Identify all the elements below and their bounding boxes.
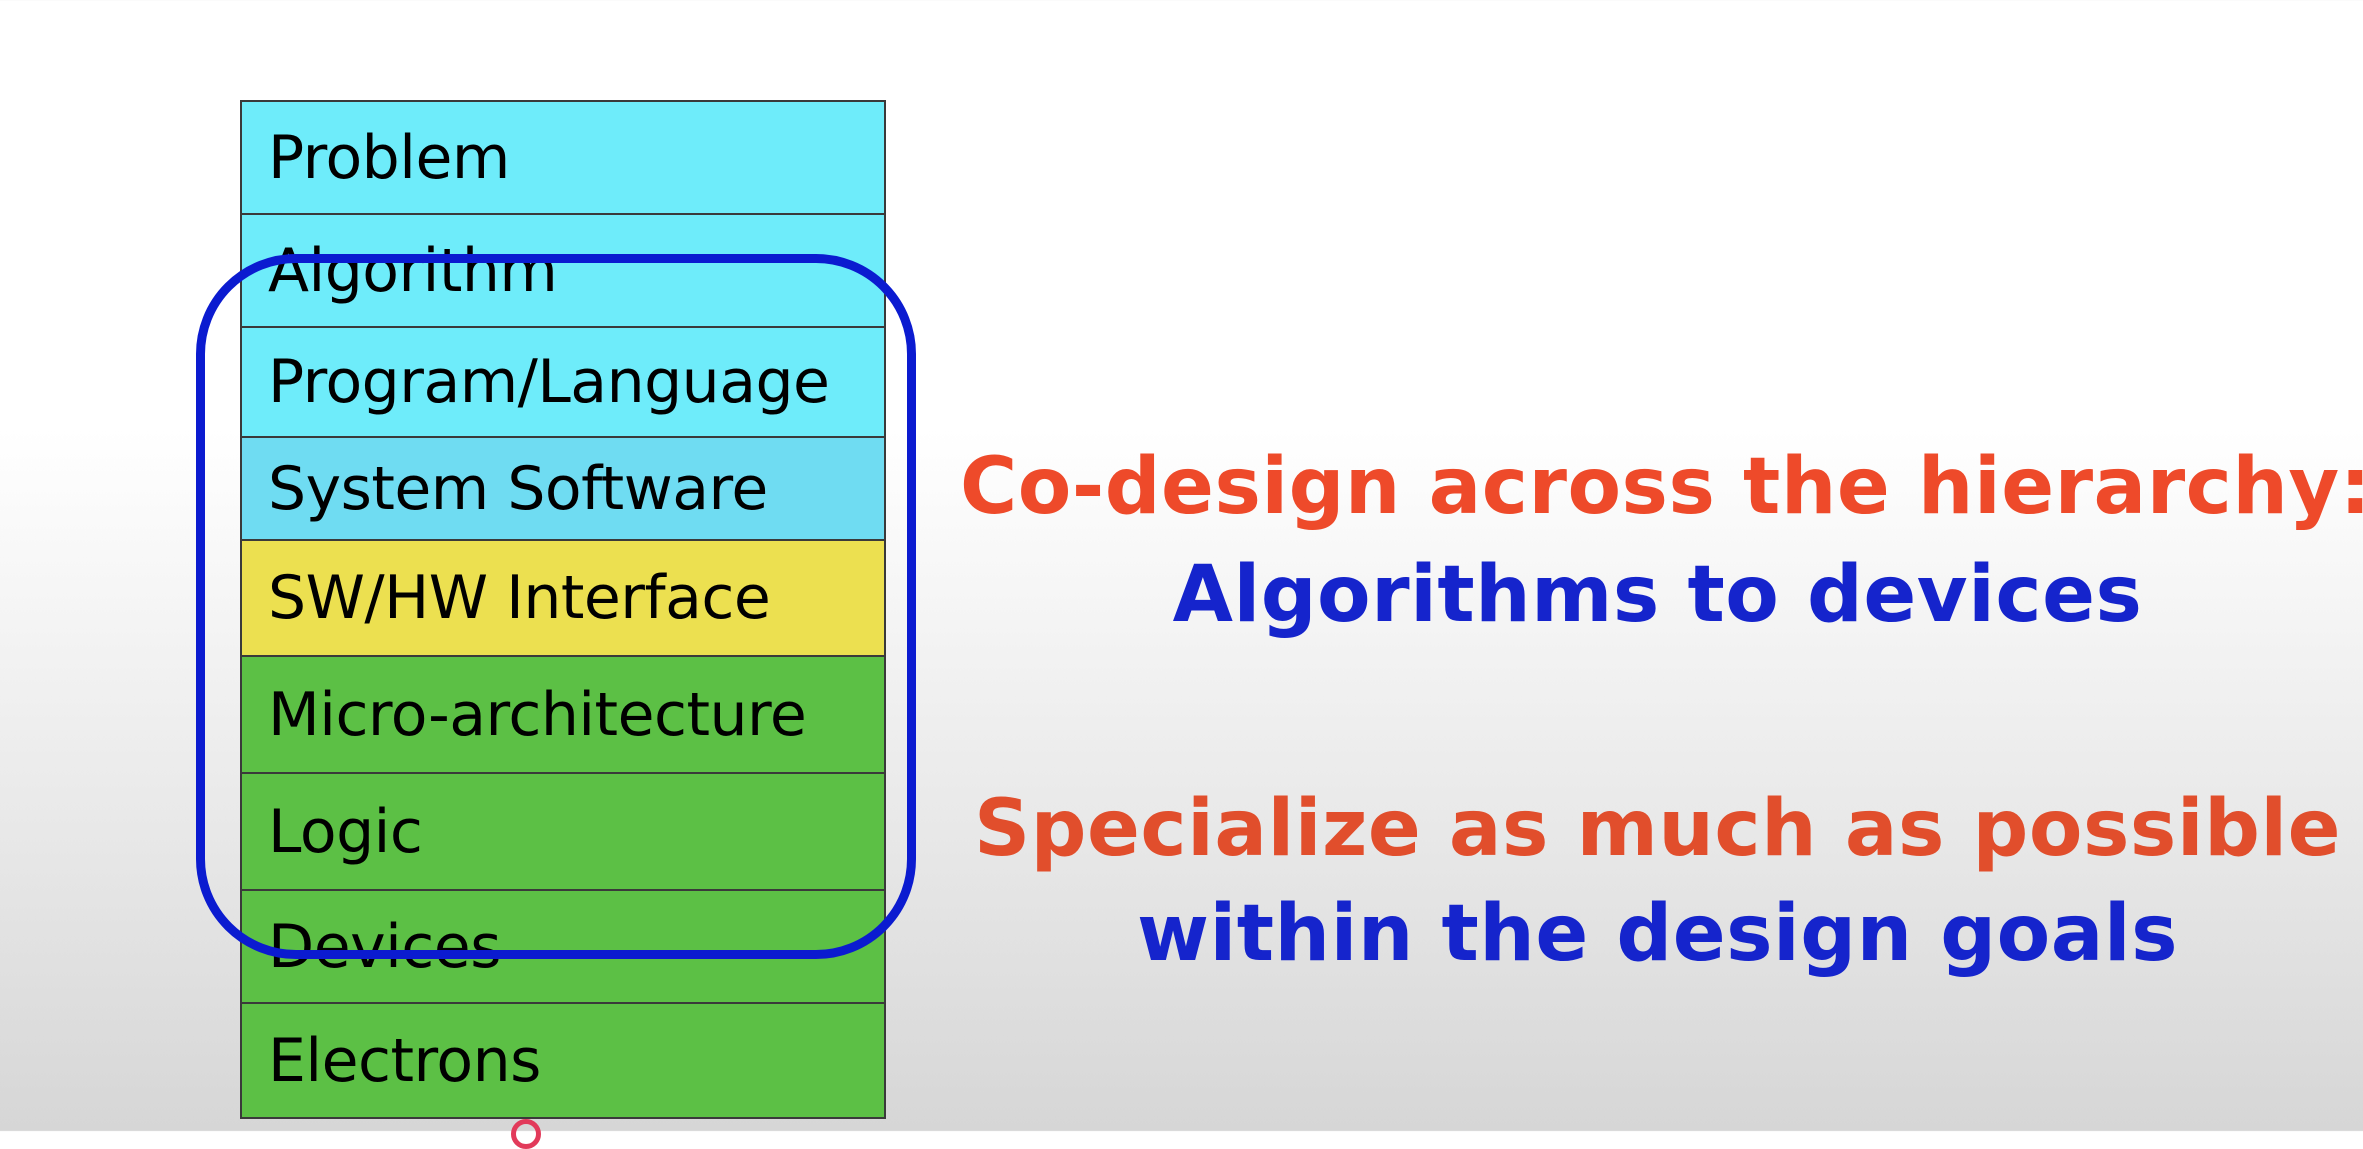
layer-electrons: Electrons [240, 1004, 886, 1119]
specialize-heading: Specialize as much as possible [973, 784, 2342, 874]
codesign-highlight-loop [196, 254, 916, 959]
pointer-dot [511, 1119, 541, 1149]
specialize-subheading: within the design goals [1136, 889, 2179, 979]
codesign-subheading: Algorithms to devices [1172, 550, 2143, 640]
slide: Problem Algorithm Program/Language Syste… [0, 0, 2363, 1149]
layer-problem: Problem [240, 100, 886, 215]
codesign-heading: Co-design across the hierarchy: [960, 442, 2363, 532]
